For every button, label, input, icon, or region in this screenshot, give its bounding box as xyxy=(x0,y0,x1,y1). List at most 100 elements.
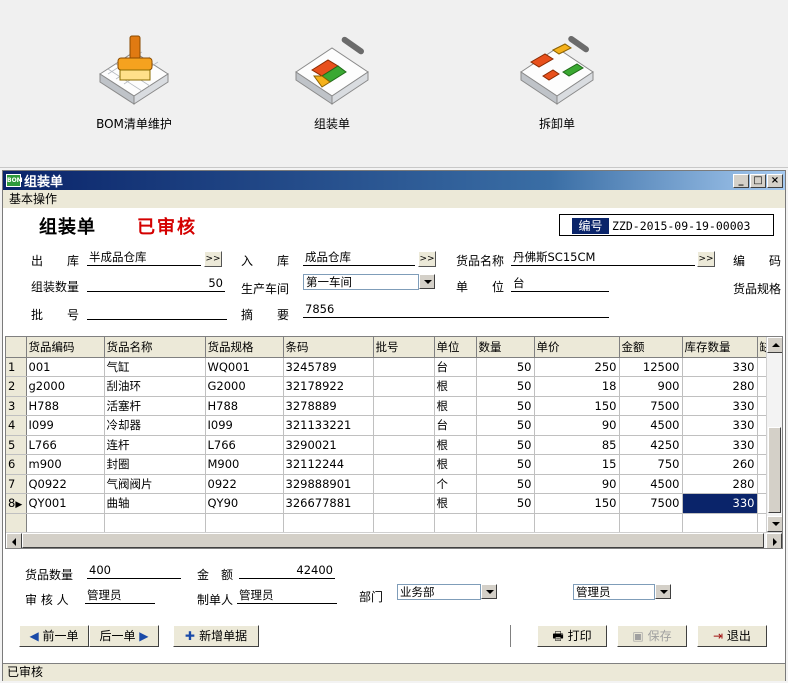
row-header[interactable]: 3 xyxy=(6,396,27,416)
cell-stock[interactable]: 330 xyxy=(682,396,758,416)
cell-spec[interactable]: M900 xyxy=(205,454,284,475)
cell-price[interactable]: 150 xyxy=(534,396,620,416)
goods-picker-button[interactable]: >> xyxy=(697,251,715,267)
dept-dropdown-button[interactable] xyxy=(481,584,497,599)
cell-unit[interactable]: 个 xyxy=(434,474,477,494)
empty-cell[interactable] xyxy=(283,513,374,533)
row-header[interactable]: 8▶ xyxy=(6,493,27,514)
scroll-right-button[interactable] xyxy=(766,533,782,548)
menu-basic-operations[interactable]: 基本操作 xyxy=(9,192,57,206)
summary-field[interactable]: 7856 xyxy=(303,302,609,318)
col-header[interactable]: 货品名称 xyxy=(104,337,206,358)
table-row[interactable]: 2 g2000 刮油环 G2000 32178922 根 50 18 900 280 xyxy=(6,376,774,397)
out-warehouse-picker-button[interactable]: >> xyxy=(204,251,222,267)
scroll-left-button[interactable] xyxy=(6,533,22,548)
cell-unit[interactable]: 根 xyxy=(434,435,477,455)
workshop-dropdown-button[interactable] xyxy=(419,274,435,289)
cell-stock[interactable]: 280 xyxy=(682,376,758,397)
table-row[interactable]: 6 m900 封圈 M900 32112244 根 50 15 750 260 xyxy=(6,454,774,475)
minimize-button[interactable]: _ xyxy=(733,173,749,188)
cell-amt[interactable]: 12500 xyxy=(619,357,683,377)
cell-qty[interactable]: 50 xyxy=(476,474,535,494)
cell-batch[interactable] xyxy=(373,454,435,475)
table-row[interactable]: 7 Q0922 气阀阀片 0922 329888901 个 50 90 4500 280 xyxy=(6,474,774,494)
out-warehouse-field[interactable]: 半成品仓库 xyxy=(87,250,201,266)
cell-bar[interactable]: 326677881 xyxy=(283,493,374,514)
row-header[interactable]: 6 xyxy=(6,454,27,475)
empty-cell[interactable] xyxy=(619,513,683,533)
cell-amt[interactable]: 7500 xyxy=(619,396,683,416)
cell-code[interactable]: Q0922 xyxy=(26,474,105,494)
cell-bar[interactable]: 32112244 xyxy=(283,454,374,475)
cell-amt[interactable]: 4250 xyxy=(619,435,683,455)
cell-unit[interactable]: 根 xyxy=(434,396,477,416)
cell-bar[interactable]: 329888901 xyxy=(283,474,374,494)
cell-bar[interactable]: 32178922 xyxy=(283,376,374,397)
batch-field[interactable] xyxy=(87,304,227,320)
print-button[interactable]: 🖶 打印 xyxy=(537,625,607,647)
cell-price[interactable]: 15 xyxy=(534,454,620,475)
new-order-button[interactable]: ✚ 新增单据 xyxy=(173,625,259,647)
cell-spec[interactable]: QY90 xyxy=(205,493,284,514)
dept-select[interactable]: 业务部 xyxy=(397,584,481,600)
empty-cell[interactable] xyxy=(534,513,620,533)
cell-stock[interactable]: 280 xyxy=(682,474,758,494)
close-button[interactable]: × xyxy=(767,173,783,188)
row-header[interactable]: 5 xyxy=(6,435,27,455)
cell-batch[interactable] xyxy=(373,474,435,494)
cell-batch[interactable] xyxy=(373,415,435,436)
empty-cell[interactable] xyxy=(434,513,477,533)
cell-code[interactable]: H788 xyxy=(26,396,105,416)
cell-bar[interactable]: 321133221 xyxy=(283,415,374,436)
cell-qty[interactable]: 50 xyxy=(476,376,535,397)
cell-qty[interactable]: 50 xyxy=(476,435,535,455)
cell-bar[interactable]: 3245789 xyxy=(283,357,374,377)
cell-code[interactable]: m900 xyxy=(26,454,105,475)
cell-amt[interactable]: 4500 xyxy=(619,415,683,436)
cell-qty[interactable]: 50 xyxy=(476,357,535,377)
window-titlebar[interactable]: BOM 组装单 _ □ × xyxy=(3,171,785,190)
empty-cell[interactable] xyxy=(104,513,206,533)
cell-batch[interactable] xyxy=(373,493,435,514)
cell-name[interactable]: 连杆 xyxy=(104,435,206,455)
unit-field[interactable]: 台 xyxy=(511,276,609,292)
in-warehouse-field[interactable]: 成品仓库 xyxy=(303,250,415,266)
cell-code[interactable]: QY001 xyxy=(26,493,105,514)
table-row[interactable]: 8▶ QY001 曲轴 QY90 326677881 根 50 150 7500 330 xyxy=(6,493,774,514)
handler-dropdown-button[interactable] xyxy=(655,584,671,599)
cell-stock[interactable]: 330 xyxy=(682,415,758,436)
workshop-select[interactable]: 第一车间 xyxy=(303,274,419,290)
cell-name[interactable]: 气缸 xyxy=(104,357,206,377)
launcher-disassembly-order[interactable]: 拆卸单 xyxy=(497,32,617,132)
next-order-button[interactable]: 后一单 ▶ xyxy=(89,625,159,647)
table-row[interactable]: 4 I099 冷却器 I099 321133221 台 50 90 4500 330 xyxy=(6,415,774,436)
col-header[interactable]: 货品规格 xyxy=(205,337,284,358)
empty-cell[interactable] xyxy=(26,513,105,533)
table-row[interactable]: 3 H788 活塞杆 H788 3278889 根 50 150 7500 330 xyxy=(6,396,774,416)
cell-amt[interactable]: 750 xyxy=(619,454,683,475)
cell-spec[interactable]: G2000 xyxy=(205,376,284,397)
cell-qty[interactable]: 50 xyxy=(476,493,535,514)
col-header[interactable]: 条码 xyxy=(283,337,374,358)
cell-qty[interactable]: 50 xyxy=(476,454,535,475)
cell-price[interactable]: 18 xyxy=(534,376,620,397)
scroll-thumb[interactable] xyxy=(768,427,781,513)
empty-cell[interactable] xyxy=(476,513,535,533)
quantity-field[interactable]: 50 xyxy=(87,276,225,292)
grid-horizontal-scrollbar[interactable] xyxy=(6,532,782,548)
items-grid[interactable]: 货品编码 货品名称 货品规格 条码 批号 单位 数量 单价 金额 库存数量 缺 … xyxy=(5,336,783,549)
col-header[interactable]: 货品编码 xyxy=(26,337,105,358)
launcher-assembly-order[interactable]: 组装单 xyxy=(272,32,392,132)
cell-batch[interactable] xyxy=(373,357,435,377)
row-header[interactable]: 2 xyxy=(6,376,27,397)
hscroll-thumb[interactable] xyxy=(22,533,764,548)
cell-bar[interactable]: 3278889 xyxy=(283,396,374,416)
row-header[interactable]: 4 xyxy=(6,415,27,436)
table-row-new[interactable] xyxy=(6,513,774,533)
cell-unit[interactable]: 根 xyxy=(434,454,477,475)
cell-spec[interactable]: 0922 xyxy=(205,474,284,494)
col-header[interactable]: 单位 xyxy=(434,337,477,358)
cell-name[interactable]: 气阀阀片 xyxy=(104,474,206,494)
table-row[interactable]: 5 L766 连杆 L766 3290021 根 50 85 4250 330 xyxy=(6,435,774,455)
cell-unit[interactable]: 台 xyxy=(434,357,477,377)
